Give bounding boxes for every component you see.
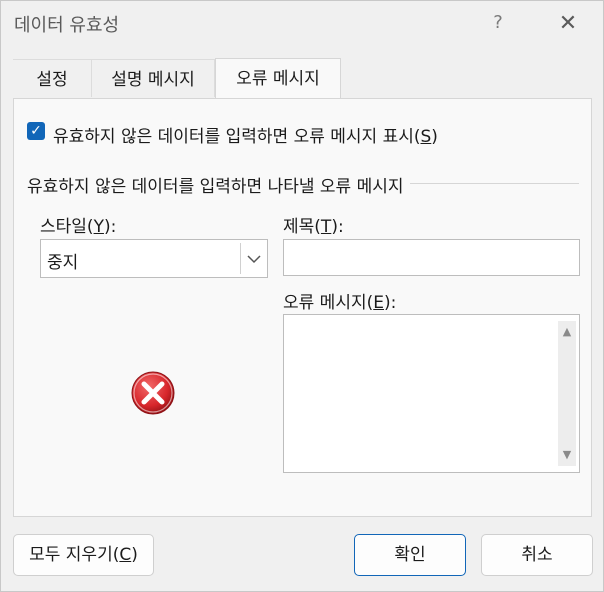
tab-label: 설명 메시지 bbox=[111, 70, 195, 90]
checkmark-icon: ✓ bbox=[30, 123, 42, 139]
scroll-down-arrow-icon[interactable]: ▼ bbox=[558, 447, 576, 463]
error-message-label: 오류 메시지(E): bbox=[283, 293, 397, 313]
show-error-checkbox[interactable]: ✓ bbox=[27, 122, 45, 140]
tab-settings[interactable]: 설정 bbox=[13, 59, 92, 97]
clear-all-button[interactable]: 모두 지우기(C) bbox=[13, 534, 154, 576]
scrollbar[interactable]: ▲ ▼ bbox=[558, 321, 576, 466]
tab-input-message[interactable]: 설명 메시지 bbox=[92, 59, 215, 97]
ok-button[interactable]: 확인 bbox=[354, 534, 466, 576]
tab-error-alert[interactable]: 오류 메시지 bbox=[215, 58, 341, 98]
close-button[interactable]: ✕ bbox=[553, 10, 583, 38]
group-title: 유효하지 않은 데이터를 입력하면 나타낼 오류 메시지 bbox=[27, 172, 410, 197]
show-error-label[interactable]: 유효하지 않은 데이터를 입력하면 오류 메시지 표시(S) bbox=[53, 122, 438, 147]
style-value: 중지 bbox=[47, 253, 79, 273]
data-validation-dialog: 데이터 유효성 ? ✕ 설정 설명 메시지 오류 메시지 ✓ 유효하지 않은 데… bbox=[0, 0, 604, 592]
style-label: 스타일(Y): bbox=[40, 217, 117, 237]
style-select[interactable]: 중지 bbox=[40, 239, 268, 278]
tab-strip: 설정 설명 메시지 오류 메시지 bbox=[13, 58, 593, 98]
tab-label: 오류 메시지 bbox=[236, 69, 320, 89]
select-divider bbox=[240, 243, 241, 274]
error-stop-icon bbox=[131, 371, 175, 415]
scroll-up-arrow-icon[interactable]: ▲ bbox=[558, 324, 576, 340]
dialog-title: 데이터 유효성 bbox=[14, 15, 120, 36]
title-input[interactable] bbox=[283, 239, 580, 276]
help-button[interactable]: ? bbox=[487, 10, 509, 36]
chevron-down-icon bbox=[247, 255, 261, 264]
tab-label: 설정 bbox=[36, 70, 68, 90]
cancel-button[interactable]: 취소 bbox=[481, 534, 593, 576]
title-label: 제목(T): bbox=[283, 217, 344, 237]
title-bar: 데이터 유효성 ? ✕ bbox=[1, 1, 603, 45]
error-message-textarea[interactable]: ▲ ▼ bbox=[283, 314, 580, 473]
